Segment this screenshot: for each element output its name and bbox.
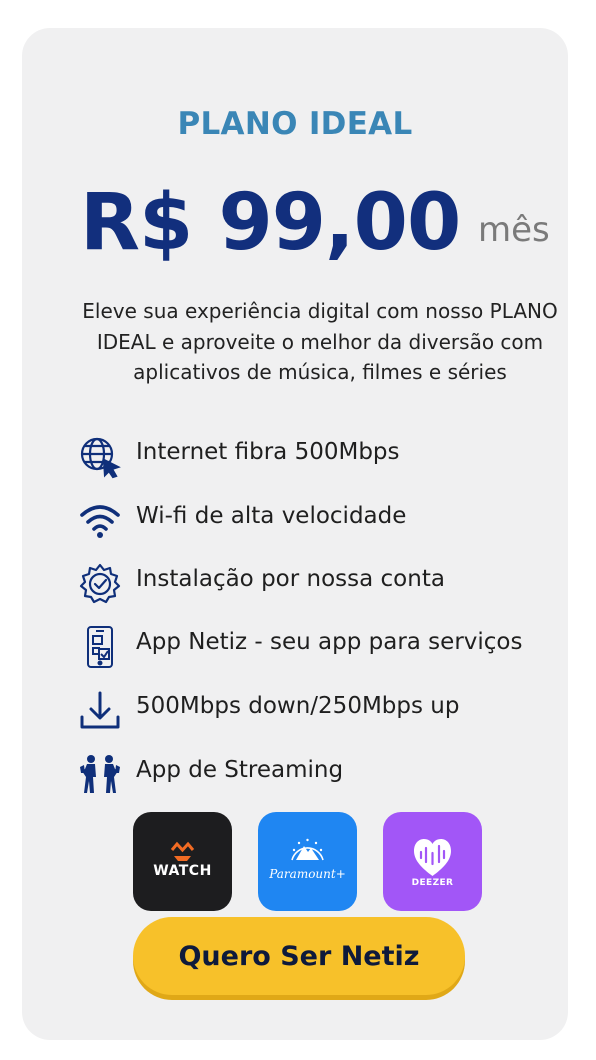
download-icon xyxy=(78,689,122,733)
wifi-icon xyxy=(78,499,122,543)
feature-item: 500Mbps down/250Mbps up xyxy=(78,687,596,733)
gear-check-icon xyxy=(78,562,122,606)
globe-cursor-icon xyxy=(78,435,122,479)
watch-logo-icon xyxy=(170,841,195,861)
phone-app-icon xyxy=(78,625,122,669)
feature-item: App de Streaming xyxy=(78,751,596,797)
app-name: WATCH xyxy=(153,863,212,879)
streaming-apps: WATCH Paramount+ DEEZER xyxy=(22,812,568,912)
app-tile-watch[interactable]: WATCH xyxy=(133,812,232,911)
plan-title: PLANO IDEAL xyxy=(177,106,413,142)
feature-label: Internet fibra 500Mbps xyxy=(136,439,400,465)
feature-label: App de Streaming xyxy=(136,757,344,783)
deezer-logo-icon xyxy=(414,839,451,876)
subscribe-button[interactable]: Quero Ser Netiz xyxy=(133,917,465,995)
feature-label: Instalação por nossa conta xyxy=(136,566,445,592)
price-row: R$ 99,00 mês xyxy=(22,178,568,268)
people-streaming-icon xyxy=(78,753,122,797)
feature-item: App Netiz - seu app para serviços xyxy=(78,623,596,669)
plan-price: R$ 99,00 xyxy=(80,178,461,268)
plan-description: Eleve sua experiência digital com nosso … xyxy=(82,299,558,384)
feature-item: Internet fibra 500Mbps xyxy=(78,433,596,479)
feature-label: 500Mbps down/250Mbps up xyxy=(136,693,460,719)
app-name: Paramount+ xyxy=(269,867,346,881)
feature-item: Wi-fi de alta velocidade xyxy=(78,497,596,543)
feature-label: Wi-fi de alta velocidade xyxy=(136,503,407,529)
app-tile-deezer[interactable]: DEEZER xyxy=(383,812,482,911)
feature-item: Instalação por nossa conta xyxy=(78,560,596,606)
feature-label: App Netiz - seu app para serviços xyxy=(136,629,523,655)
price-period: mês xyxy=(478,210,550,250)
plan-card: PLANO IDEAL R$ 99,00 mês Eleve sua exper… xyxy=(22,28,568,1040)
app-tile-paramount[interactable]: Paramount+ xyxy=(258,812,357,911)
paramount-logo-icon xyxy=(291,838,324,861)
app-name: DEEZER xyxy=(411,878,454,888)
